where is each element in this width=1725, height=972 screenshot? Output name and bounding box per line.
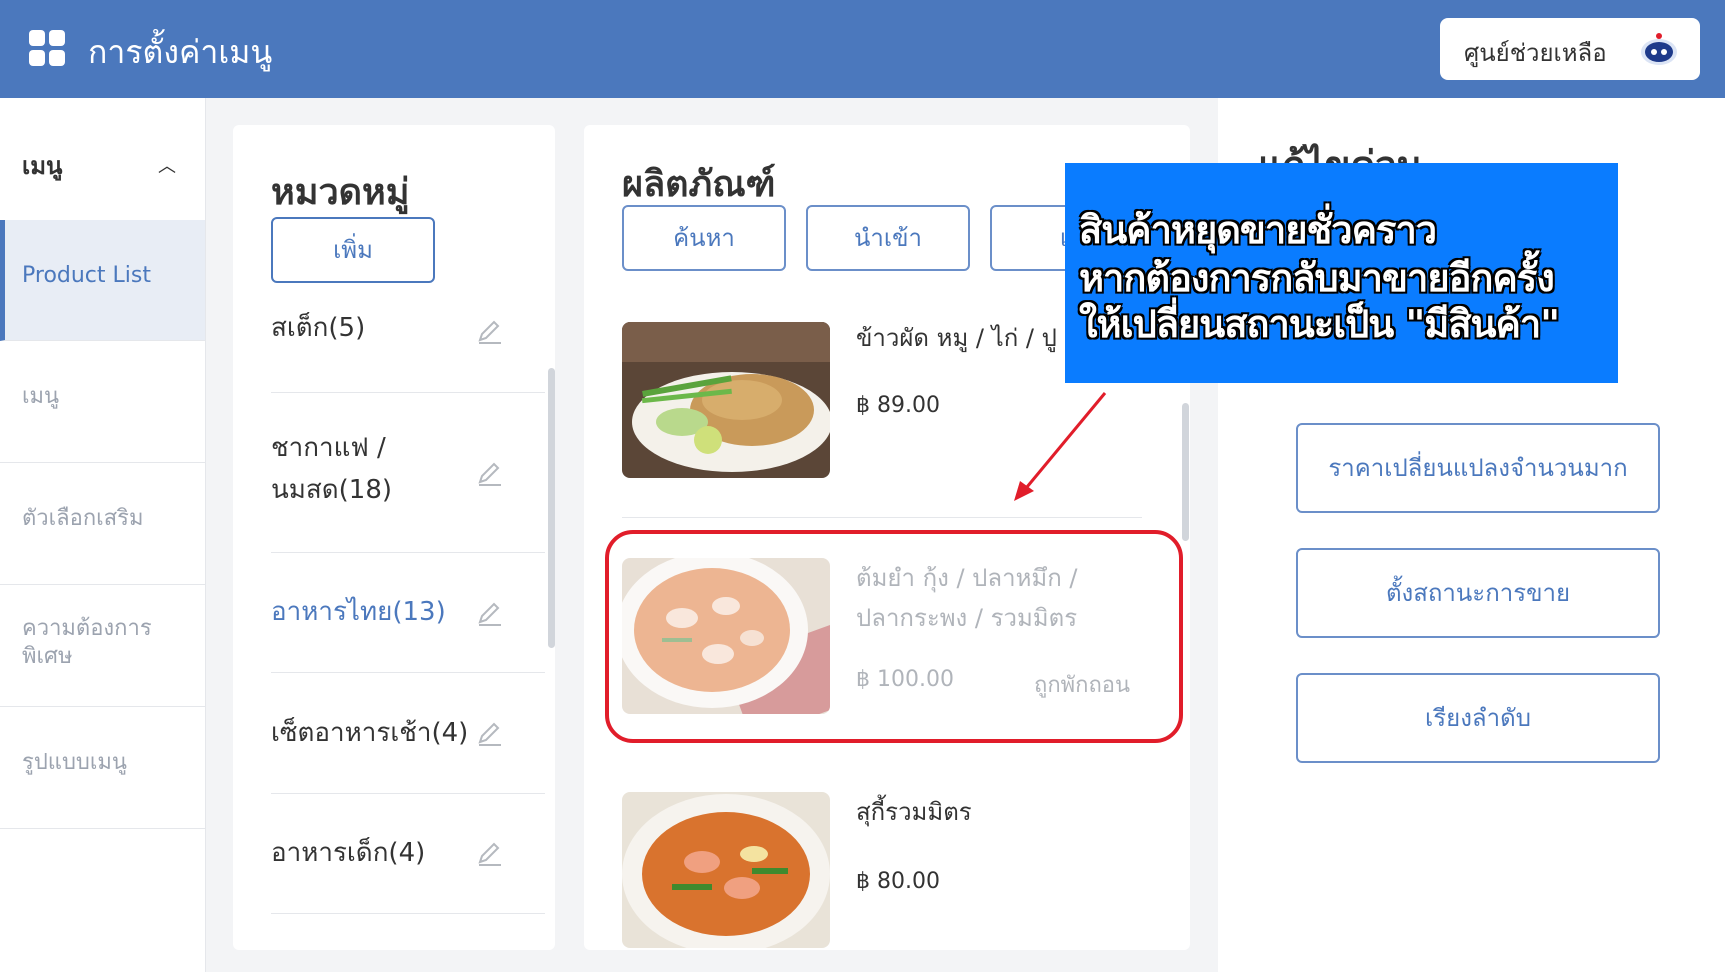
- sidebar-item-label: ตัวเลือกเสริม: [22, 506, 144, 531]
- product-price: ฿ 89.00: [856, 393, 940, 418]
- pencil-icon[interactable]: [477, 841, 503, 867]
- sidebar-item-special-requests[interactable]: ความต้องการ พิเศษ: [0, 585, 205, 707]
- divider: [271, 552, 545, 553]
- sidebar-item-label: เมนู: [22, 384, 60, 409]
- sidebar-item-label: ความต้องการ พิเศษ: [22, 616, 152, 669]
- import-button[interactable]: นำเข้า: [806, 205, 970, 271]
- pencil-icon[interactable]: [477, 601, 503, 627]
- robot-icon: [1641, 33, 1677, 65]
- products-title: ผลิตภัณฑ์: [622, 164, 776, 205]
- add-category-button[interactable]: เพิ่ม: [271, 217, 435, 283]
- categories-scrollbar[interactable]: [548, 368, 555, 648]
- callout-text: ให้เปลี่ยนสถานะเป็น "มีสินค้า": [1079, 302, 1560, 346]
- sidebar: เมนู ︿ Product List เมนู ตัวเลือกเสริม ค…: [0, 98, 206, 972]
- app-grid-icon: [29, 30, 67, 68]
- product-image-suki[interactable]: [622, 792, 830, 948]
- divider: [271, 392, 545, 393]
- search-button[interactable]: ค้นหา: [622, 205, 786, 271]
- product-name: สุกี้รวมมิตร: [856, 798, 972, 826]
- divider: [271, 913, 545, 914]
- pencil-icon[interactable]: [477, 461, 503, 487]
- divider: [622, 517, 1142, 518]
- sidebar-item-label: รูปแบบเมนู: [22, 750, 127, 775]
- pencil-icon[interactable]: [477, 721, 503, 747]
- divider: [271, 672, 545, 673]
- product-name: ข้าวผัด หมู / ไก่ / ปู: [856, 324, 1057, 352]
- chevron-up-icon[interactable]: ︿: [158, 152, 176, 178]
- set-sale-status-button[interactable]: ตั้งสถานะการขาย: [1296, 548, 1660, 638]
- highlight-box: [605, 530, 1183, 743]
- product-price: ฿ 80.00: [856, 869, 940, 894]
- sort-order-button[interactable]: เรียงลำดับ: [1296, 673, 1660, 763]
- sidebar-heading: เมนู: [22, 152, 63, 180]
- help-center-label: ศูนย์ช่วยเหลือ: [1464, 39, 1607, 67]
- annotation-callout: สินค้าหยุดขายชั่วคราว หากต้องการกลับมาขา…: [1065, 163, 1618, 383]
- product-image-fried-rice[interactable]: [622, 322, 830, 478]
- products-scrollbar[interactable]: [1182, 403, 1189, 541]
- page-title: การตั้งค่าเมนู: [88, 33, 273, 71]
- sidebar-item-options[interactable]: ตัวเลือกเสริม: [0, 463, 205, 585]
- sidebar-item-label: Product List: [22, 263, 151, 288]
- divider: [271, 793, 545, 794]
- sidebar-item-menu-layout[interactable]: รูปแบบเมนู: [0, 707, 205, 829]
- categories-title: หมวดหมู่: [271, 172, 410, 213]
- categories-panel: หมวดหมู่ เพิ่ม สเต็ก(5) ชากาแฟ / นมสด(18…: [233, 125, 555, 950]
- sidebar-item-menu[interactable]: เมนู: [0, 341, 205, 463]
- help-center-button[interactable]: ศูนย์ช่วยเหลือ: [1440, 18, 1700, 80]
- bulk-price-change-button[interactable]: ราคาเปลี่ยนแปลงจำนวนมาก: [1296, 423, 1660, 513]
- sidebar-item-product-list[interactable]: Product List: [0, 220, 205, 341]
- top-bar: การตั้งค่าเมนู ศูนย์ช่วยเหลือ: [0, 0, 1725, 98]
- arrow-icon: [1014, 392, 1107, 501]
- pencil-icon[interactable]: [477, 319, 503, 345]
